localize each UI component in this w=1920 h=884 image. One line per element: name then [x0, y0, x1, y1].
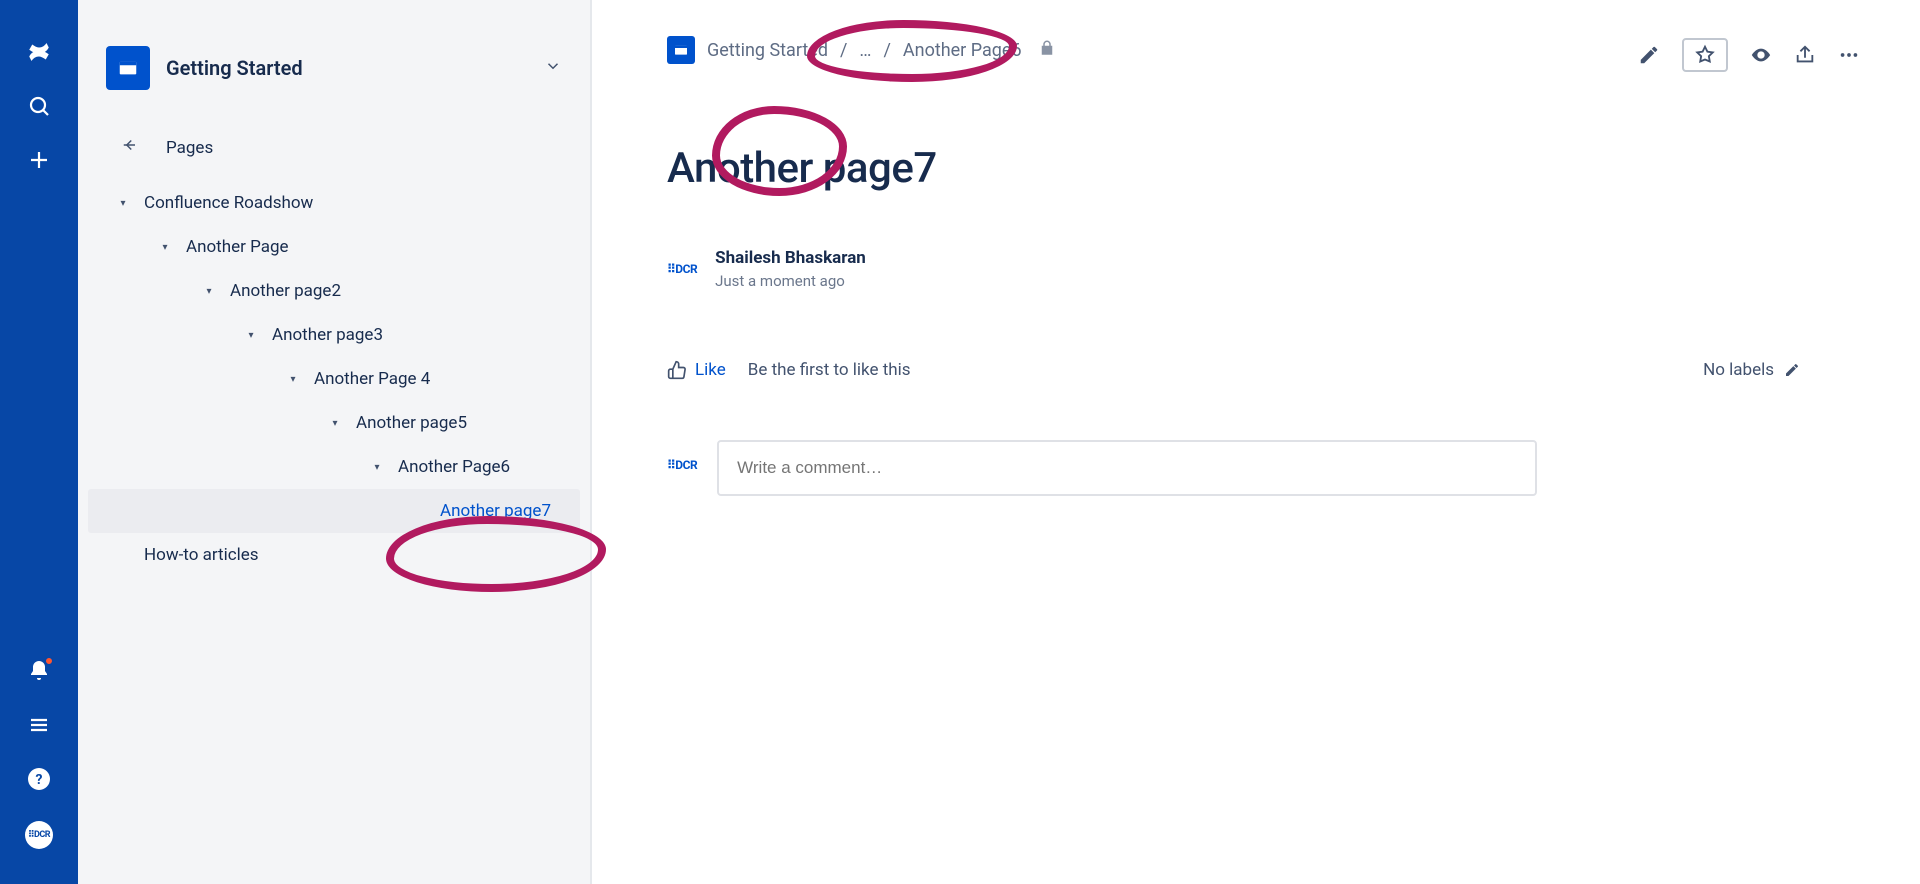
tree-item[interactable]: ▾ Another Page 4: [88, 357, 580, 401]
tree-item-label: Another page3: [272, 325, 383, 345]
space-sidebar: Getting Started Pages ▾ Confluence Roadsh…: [78, 0, 592, 884]
page-title: Another page7: [667, 144, 1860, 193]
chevron-down-icon[interactable]: ▾: [114, 198, 132, 209]
breadcrumb-current[interactable]: Another Page6: [903, 40, 1022, 61]
like-cta: Be the first to like this: [748, 360, 911, 380]
byline: ⠿DCR Shailesh Bhaskaran Just a moment ag…: [667, 248, 1860, 290]
labels-section[interactable]: No labels: [1703, 360, 1800, 380]
breadcrumb-space-icon[interactable]: [667, 36, 695, 64]
chevron-down-icon[interactable]: ▾: [284, 374, 302, 385]
tree-item[interactable]: ▾ Another page2: [88, 269, 580, 313]
tree-item[interactable]: ▾ Another page3: [88, 313, 580, 357]
confluence-logo-icon[interactable]: [27, 40, 51, 64]
breadcrumb-root[interactable]: Getting Started: [707, 40, 828, 61]
space-icon: [106, 46, 150, 90]
breadcrumb-ellipsis[interactable]: …: [859, 40, 871, 61]
create-icon[interactable]: [27, 148, 51, 172]
menu-icon[interactable]: [27, 713, 51, 737]
tree-item-label: Another Page: [186, 237, 289, 257]
like-button[interactable]: Like: [667, 360, 726, 380]
tree-item[interactable]: ▾ Another Page6: [88, 445, 580, 489]
breadcrumb-sep: /: [840, 40, 847, 61]
edit-labels-icon[interactable]: [1784, 362, 1800, 378]
labels-text: No labels: [1703, 360, 1774, 380]
space-header[interactable]: Getting Started: [78, 30, 590, 126]
tree-item-label: Another Page 4: [314, 369, 430, 389]
search-icon[interactable]: [27, 94, 51, 118]
page-main: Getting Started / … / Another Page6 Anot…: [592, 0, 1920, 884]
tree-item-label: Another page5: [356, 413, 467, 433]
nav-label: Pages: [166, 138, 213, 158]
help-icon[interactable]: ?: [27, 767, 51, 791]
tree-item[interactable]: Another page7: [88, 489, 580, 533]
tree-item[interactable]: ▾ Another Page: [88, 225, 580, 269]
chevron-down-icon[interactable]: [544, 57, 562, 79]
comment-avatar: ⠿DCR: [667, 458, 697, 472]
global-nav-rail: ? ⠿DCR: [0, 0, 78, 884]
chevron-down-icon[interactable]: ▾: [368, 462, 386, 473]
watch-button[interactable]: [1750, 44, 1772, 66]
chevron-down-icon[interactable]: ▾: [156, 242, 174, 253]
like-label: Like: [695, 360, 726, 380]
more-actions-button[interactable]: [1838, 44, 1860, 66]
page-tree: ▾ Confluence Roadshow ▾ Another Page ▾ Anothe…: [78, 181, 590, 577]
tree-item[interactable]: ▾ Confluence Roadshow: [88, 181, 580, 225]
comment-row: ⠿DCR: [667, 440, 1860, 496]
share-button[interactable]: [1794, 44, 1816, 66]
tree-item-label: Confluence Roadshow: [144, 193, 313, 213]
back-arrow-icon: [120, 136, 138, 159]
like-row: Like Be the first to like this: [667, 360, 1860, 380]
tree-item-label: Another page7: [440, 501, 551, 521]
star-button[interactable]: [1682, 38, 1728, 72]
avatar[interactable]: ⠿DCR: [25, 821, 53, 849]
tree-item-label: How-to articles: [144, 545, 259, 565]
tree-item-label: Another page2: [230, 281, 341, 301]
author-avatar[interactable]: ⠿DCR: [667, 262, 697, 276]
notifications-icon[interactable]: [27, 659, 51, 683]
space-title: Getting Started: [166, 56, 528, 80]
restrictions-icon[interactable]: [1038, 39, 1056, 62]
page-action-bar: [1638, 38, 1860, 72]
tree-item[interactable]: How-to articles: [88, 533, 580, 577]
tree-item[interactable]: ▾ Another page5: [88, 401, 580, 445]
comment-input[interactable]: [717, 440, 1537, 496]
nav-back-pages[interactable]: Pages: [78, 126, 590, 181]
notifications-badge: [45, 657, 53, 665]
tree-item-label: Another Page6: [398, 457, 510, 477]
breadcrumb-sep: /: [883, 40, 890, 61]
chevron-down-icon[interactable]: ▾: [242, 330, 260, 341]
chevron-down-icon[interactable]: ▾: [200, 286, 218, 297]
edit-button[interactable]: [1638, 44, 1660, 66]
page-timestamp: Just a moment ago: [715, 272, 866, 290]
svg-text:?: ?: [36, 772, 43, 788]
author-name[interactable]: Shailesh Bhaskaran: [715, 248, 866, 268]
chevron-down-icon[interactable]: ▾: [326, 418, 344, 429]
